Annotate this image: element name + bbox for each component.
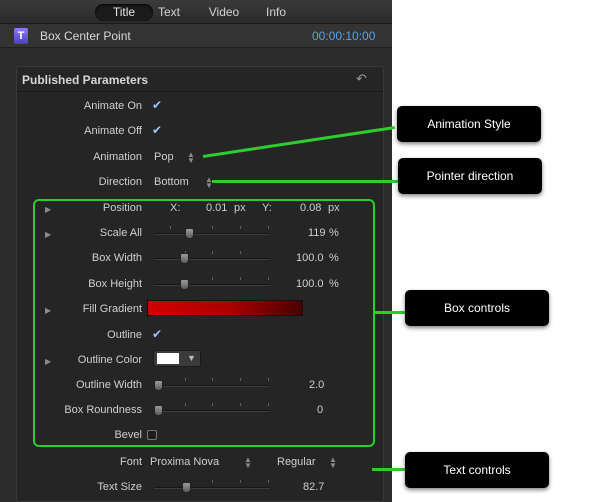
text-size-slider-thumb[interactable]	[182, 482, 191, 493]
tab-title[interactable]: Title	[95, 4, 153, 21]
direction-stepper-icon[interactable]: ▲ ▼	[205, 176, 213, 190]
animation-popup[interactable]: Pop	[154, 151, 174, 163]
animate-off-checkbox[interactable]: ✔	[152, 124, 164, 136]
text-controls-callout: Text controls	[405, 452, 549, 488]
tab-info[interactable]: Info	[263, 4, 289, 21]
animation-style-callout: Animation Style	[397, 106, 541, 142]
direction-label: Direction	[98, 176, 142, 188]
inspector-tab-bar: Title Text Video Info	[0, 0, 392, 24]
text-size-value[interactable]: 82.7	[303, 481, 324, 493]
slider-tick	[240, 480, 241, 483]
animate-on-label: Animate On	[83, 100, 142, 112]
font-label: Font	[119, 456, 142, 468]
clip-title: Box Center Point	[40, 29, 131, 43]
box-controls-pointer	[375, 311, 405, 314]
text-controls-pointer	[372, 468, 405, 471]
section-title: Published Parameters	[22, 73, 149, 87]
animate-off-label: Animate Off	[84, 125, 142, 137]
box-controls-highlight	[33, 199, 375, 447]
tab-text[interactable]: Text	[153, 4, 185, 21]
box-controls-callout: Box controls	[405, 290, 549, 326]
pointer-direction-callout: Pointer direction	[398, 158, 542, 194]
clip-duration: 00:00:10:00	[312, 29, 376, 43]
tab-video[interactable]: Video	[204, 4, 244, 21]
title-icon: T	[14, 28, 28, 44]
section-divider	[17, 91, 383, 92]
pointer-direction-pointer	[212, 180, 398, 183]
font-style-popup[interactable]: Regular	[277, 456, 316, 468]
slider-tick	[212, 480, 213, 483]
reset-icon[interactable]: ↶	[356, 71, 367, 87]
animation-stepper-icon[interactable]: ▲ ▼	[187, 151, 195, 165]
animation-label: Animation	[93, 151, 142, 163]
slider-tick	[268, 480, 269, 483]
text-size-slider[interactable]	[154, 487, 270, 489]
font-style-stepper-icon[interactable]: ▲ ▼	[329, 456, 337, 470]
font-family-popup[interactable]: Proxima Nova	[150, 456, 219, 468]
animate-on-checkbox[interactable]: ✔	[152, 99, 164, 111]
direction-popup[interactable]: Bottom	[154, 176, 189, 188]
text-size-label: Text Size	[97, 481, 142, 493]
font-family-stepper-icon[interactable]: ▲ ▼	[244, 456, 252, 470]
inspector-header: T Box Center Point 00:00:10:00	[0, 24, 392, 48]
